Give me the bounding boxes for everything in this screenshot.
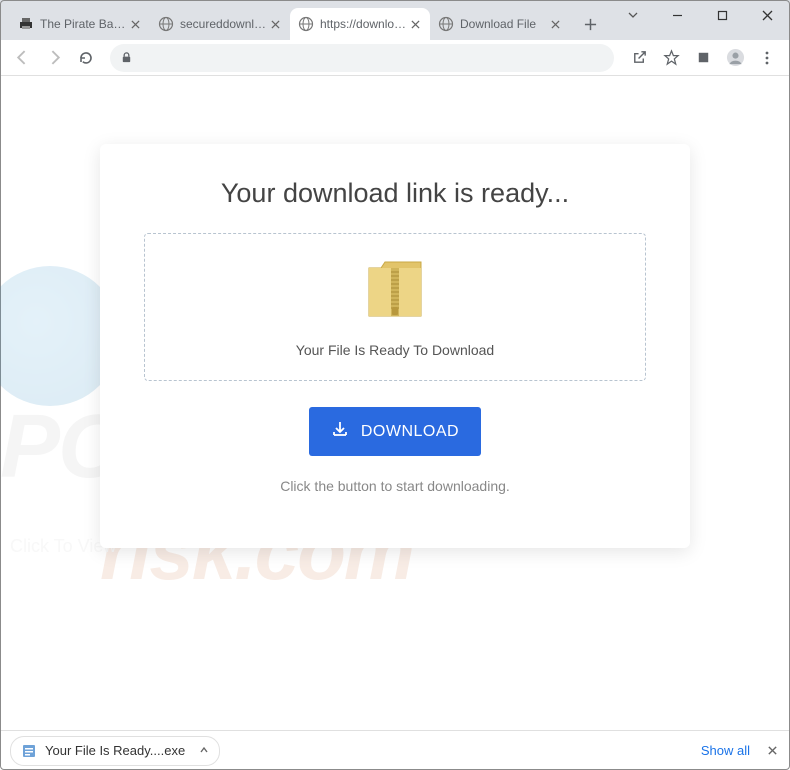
printer-favicon — [18, 16, 34, 32]
profile-button[interactable] — [720, 44, 750, 72]
chevron-up-icon[interactable] — [199, 743, 209, 758]
new-tab-button[interactable] — [576, 10, 604, 38]
close-icon[interactable] — [408, 17, 422, 31]
reload-button[interactable] — [72, 44, 100, 72]
tab-title: secureddownload — [180, 17, 268, 31]
tab-download-active[interactable]: https://downloadi — [290, 8, 430, 40]
extensions-button[interactable] — [688, 44, 718, 72]
minimize-button[interactable] — [655, 0, 700, 30]
bookmark-star-button[interactable] — [656, 44, 686, 72]
download-item-name: Your File Is Ready....exe — [45, 743, 185, 758]
close-icon[interactable] — [128, 17, 142, 31]
window-controls — [610, 0, 790, 30]
share-button[interactable] — [624, 44, 654, 72]
lock-icon — [120, 51, 134, 65]
close-icon[interactable] — [268, 17, 282, 31]
menu-button[interactable] — [752, 44, 782, 72]
zip-folder-icon — [363, 254, 427, 324]
file-box: Your File Is Ready To Download — [144, 233, 646, 381]
tab-download-file[interactable]: Download File — [430, 8, 570, 40]
download-button-label: DOWNLOAD — [361, 423, 459, 441]
forward-button[interactable] — [40, 44, 68, 72]
download-hint: Click the button to start downloading. — [144, 478, 646, 494]
address-bar[interactable] — [110, 44, 614, 72]
globe-icon — [298, 16, 314, 32]
window-close-button[interactable] — [745, 0, 790, 30]
tab-title: Download File — [460, 17, 548, 31]
page-content: PC risk.com Click To View Your download … — [0, 76, 790, 730]
tab-title: The Pirate Bay - Th — [40, 17, 128, 31]
page-heading: Your download link is ready... — [144, 178, 646, 209]
tab-title: https://downloadi — [320, 17, 408, 31]
download-card: Your download link is ready... — [100, 144, 690, 548]
show-all-link[interactable]: Show all — [701, 743, 750, 758]
download-icon — [331, 420, 349, 443]
globe-icon — [438, 16, 454, 32]
download-bar: Your File Is Ready....exe Show all — [0, 730, 790, 770]
exe-file-icon — [21, 743, 37, 759]
download-bar-close-icon[interactable] — [764, 743, 780, 759]
tab-secureddownload[interactable]: secureddownload — [150, 8, 290, 40]
close-icon[interactable] — [548, 17, 562, 31]
download-button[interactable]: DOWNLOAD — [309, 407, 481, 456]
download-item[interactable]: Your File Is Ready....exe — [10, 736, 220, 766]
maximize-button[interactable] — [700, 0, 745, 30]
back-button[interactable] — [8, 44, 36, 72]
file-ready-text: Your File Is Ready To Download — [155, 342, 635, 358]
globe-icon — [158, 16, 174, 32]
window-dropdown-button[interactable] — [610, 0, 655, 30]
browser-toolbar — [0, 40, 790, 76]
tab-pirate-bay[interactable]: The Pirate Bay - Th — [10, 8, 150, 40]
